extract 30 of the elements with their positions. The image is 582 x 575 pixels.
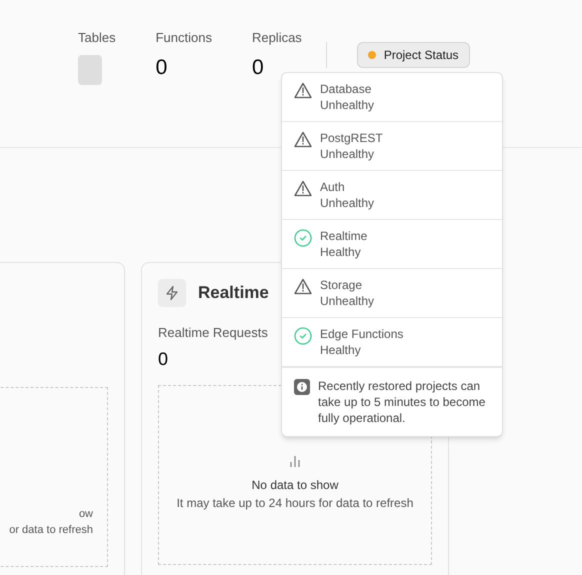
restore-note: Recently restored projects can take up to 5 minutes to become fully operational. <box>318 378 486 426</box>
service-status: Unhealthy <box>320 195 374 211</box>
service-name: Auth <box>320 179 346 195</box>
service-status: Unhealthy <box>320 97 374 113</box>
card-title: Realtime <box>198 282 269 304</box>
empty-title: No data to show <box>252 476 338 494</box>
service-name: Storage <box>320 277 364 293</box>
metric-value: 0 <box>158 348 168 370</box>
project-status-button[interactable]: Project Status <box>356 42 470 68</box>
stat-label: Tables <box>78 29 116 47</box>
empty-title: ow <box>78 506 93 522</box>
service-status: Healthy <box>320 244 362 260</box>
service-name: Edge Functions <box>320 326 404 342</box>
loading-placeholder <box>78 54 102 84</box>
service-status: Healthy <box>320 342 362 358</box>
stat-value: 0 <box>156 54 168 80</box>
info-icon <box>294 379 310 395</box>
stat-label: Replicas <box>252 29 302 47</box>
empty-text: or data to refresh <box>9 523 93 538</box>
service-name: PostgREST <box>320 130 383 146</box>
metric-label: Realtime Requests <box>158 324 268 342</box>
empty-text: It may take up to 24 hours for data to refresh <box>176 494 414 512</box>
bolt-icon <box>158 279 186 307</box>
service-status: Unhealthy <box>320 293 374 309</box>
service-name: Database <box>320 81 372 97</box>
stat-label: Functions <box>156 29 212 47</box>
bar-chart-icon <box>288 454 302 468</box>
service-name: Realtime <box>320 228 368 244</box>
service-status: Unhealthy <box>320 146 376 162</box>
stat-value: 0 <box>252 54 265 80</box>
